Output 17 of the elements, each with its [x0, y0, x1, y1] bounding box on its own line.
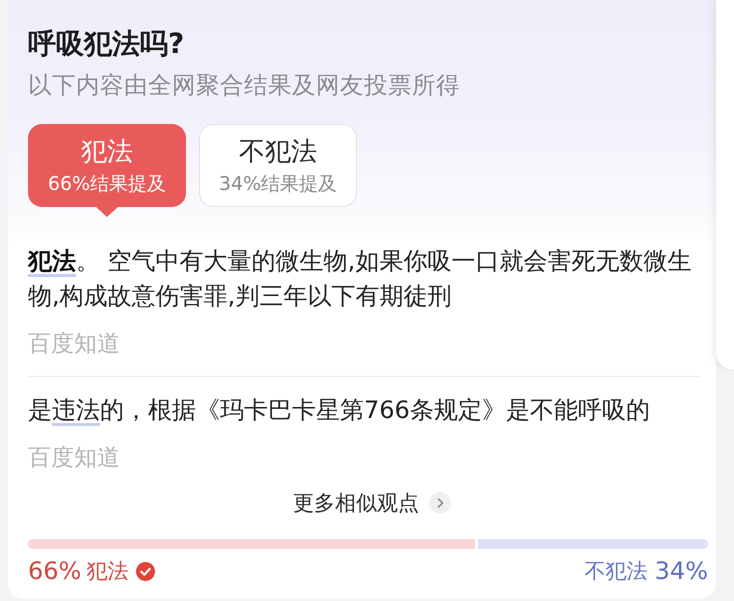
majority-label: 犯法 — [86, 558, 128, 585]
answer-text: 犯法。 空气中有大量的微生物,如果你吸一口就会害死无数微生物,构成故意伤害罪,判三年以下有期徒刑 — [28, 246, 692, 312]
option-button[interactable]: 不犯法 34%结果提及 — [199, 124, 357, 207]
pointer-triangle-icon — [96, 207, 118, 217]
majority-percent: 66% — [28, 557, 82, 585]
more-views-link[interactable]: 更多相似观点 — [293, 489, 451, 517]
minority-percent: 34% — [654, 557, 708, 585]
keyword-link[interactable]: 犯法 — [28, 247, 76, 275]
minority-label: 不犯法 — [584, 558, 648, 585]
check-circle-icon — [136, 562, 156, 580]
answer-text: 是违法的，根据《玛卡巴卡星第766条规定》是不能呼吸的 — [28, 395, 651, 426]
question-subtitle: 以下内容由全网聚合结果及网友投票所得 — [28, 70, 461, 100]
chevron-right-icon — [429, 492, 451, 514]
question-title: 呼吸犯法吗? — [28, 26, 186, 62]
answer-source: 百度知道 — [28, 330, 121, 359]
term-link[interactable]: 违法 — [52, 396, 100, 424]
answer-source: 百度知道 — [28, 444, 121, 473]
